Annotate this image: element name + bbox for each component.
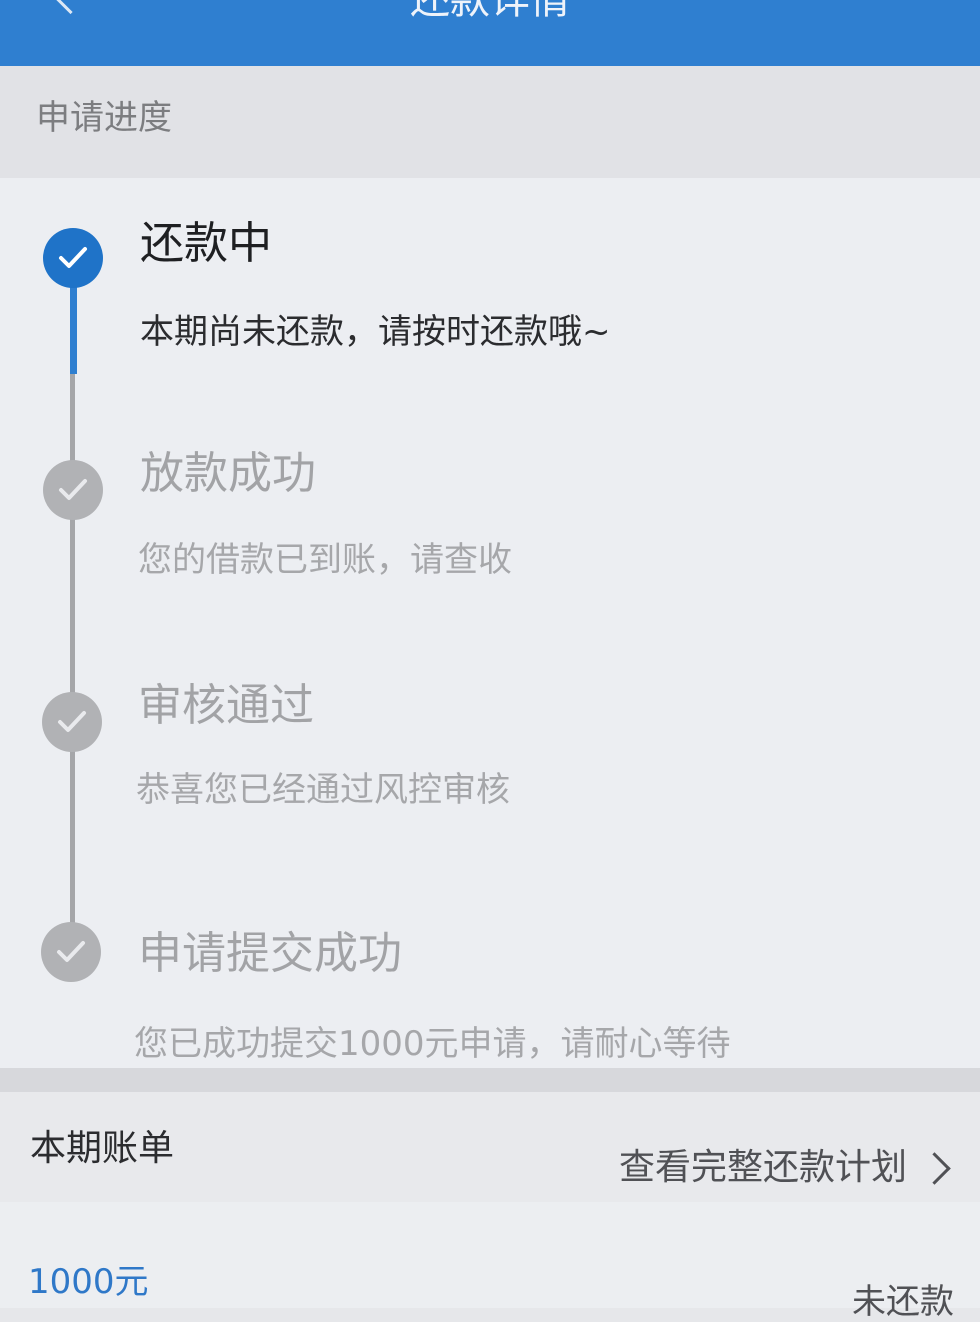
step-desc-loan-disbursed: 您的借款已到账，请查收 xyxy=(138,540,512,580)
step-check-icon xyxy=(41,922,101,982)
step-check-icon-active xyxy=(43,228,103,288)
bill-amount: 1000元 xyxy=(28,1262,149,1302)
progress-section-title: 申请进度 xyxy=(36,98,172,138)
step-check-icon xyxy=(43,460,103,520)
bill-section-title: 本期账单 xyxy=(30,1128,175,1169)
step-title-approved: 审核通过 xyxy=(138,680,314,731)
bill-status: 未还款 xyxy=(852,1282,954,1322)
check-icon xyxy=(58,711,86,732)
step-desc-approved: 恭喜您已经通过风控审核 xyxy=(136,770,510,810)
check-icon xyxy=(57,941,85,962)
step-desc-submitted: 您已成功提交1000元申请，请耐心等待 xyxy=(134,1024,731,1064)
view-full-plan-link[interactable]: 查看完整还款计划 xyxy=(619,1146,952,1190)
step-title-submitted: 申请提交成功 xyxy=(138,928,402,979)
check-icon xyxy=(59,247,87,268)
chevron-right-icon xyxy=(918,1151,951,1185)
step-desc-repaying: 本期尚未还款，请按时还款哦~ xyxy=(140,312,611,352)
step-title-loan-disbursed: 放款成功 xyxy=(140,448,316,499)
page-title: 还款详情 xyxy=(410,0,570,23)
step-title-repaying: 还款中 xyxy=(140,218,272,269)
step-check-icon xyxy=(42,692,102,752)
check-icon xyxy=(59,479,87,500)
section-divider xyxy=(0,1068,980,1092)
nav-bar: 还款详情 xyxy=(0,0,980,66)
view-full-plan-label: 查看完整还款计划 xyxy=(618,1147,907,1188)
